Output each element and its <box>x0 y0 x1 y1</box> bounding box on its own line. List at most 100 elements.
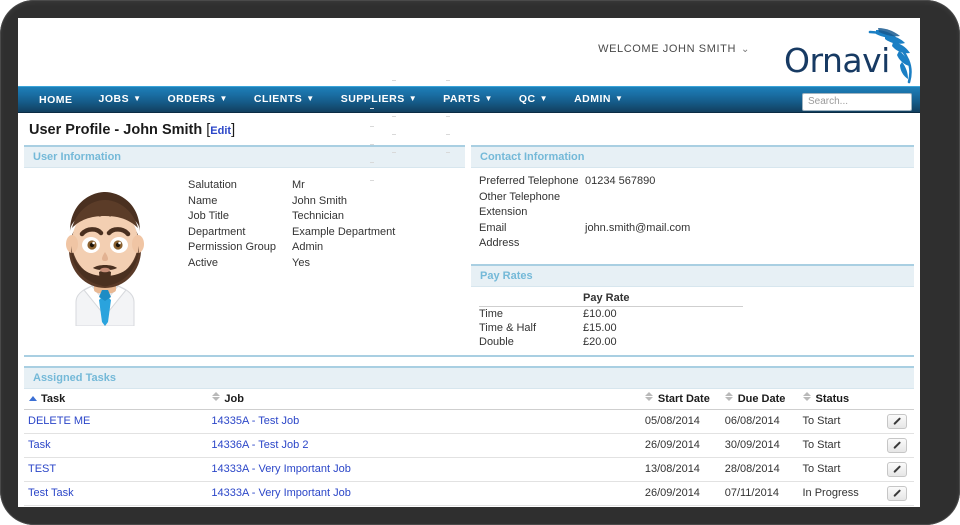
column-header-start-date[interactable]: Start Date <box>640 388 721 410</box>
chevron-down-icon: ▼ <box>614 94 624 103</box>
field-label: Preferred Telephone <box>479 175 579 187</box>
nav-item-jobs[interactable]: JOBS ▼ <box>86 86 155 113</box>
device-bezel: WELCOME JOHN SMITH ⌄ Ornavi HOME JOBS ▼ … <box>0 0 960 525</box>
profile-columns: User Information Salutation Mr Name John… <box>24 80 914 355</box>
pay-rates-col-blank <box>479 290 583 307</box>
task-link[interactable]: DELETE ME <box>28 415 90 427</box>
nav-item-label: QC <box>518 93 536 105</box>
field-label: Permission Group <box>188 241 277 254</box>
field-label: Department <box>188 225 246 238</box>
cell-job: 14336A - Test Job 2 <box>207 433 641 458</box>
cell-job: 14333A - Very Important Job <box>207 457 641 482</box>
welcome-label: WELCOME JOHN SMITH <box>598 43 737 55</box>
nav-item-label: SUPPLIERS <box>340 93 405 105</box>
search-input[interactable] <box>802 92 912 111</box>
welcome-user-menu[interactable]: WELCOME JOHN SMITH ⌄ <box>598 43 750 55</box>
sort-ascending-icon <box>28 395 37 401</box>
field-label: Other Telephone <box>479 190 561 203</box>
user-information-fields: Salutation Mr Name John Smith Job Title … <box>188 174 395 326</box>
job-link[interactable]: 14333A - Very Important Job <box>211 463 350 475</box>
chevron-down-icon: ⌄ <box>741 44 750 55</box>
avatar <box>30 176 180 327</box>
edit-task-button[interactable] <box>887 461 908 477</box>
field-label: Email <box>479 221 507 234</box>
table-row: Time £10.00 <box>479 306 743 321</box>
pay-rates-heading: Pay Rates <box>471 265 914 287</box>
field-value: 01234 567890 <box>585 175 656 187</box>
page-body: User Profile - John Smith [Edit] User In… <box>18 80 920 507</box>
pay-rates-panel: Pay Rates Pay Rate Time £10.00 Time & Ha… <box>471 263 914 355</box>
field-label: Address <box>479 237 520 250</box>
field-label: Extension <box>479 206 528 219</box>
field-active: Active Yes <box>188 256 395 272</box>
job-link[interactable]: 14335A - Test Job <box>211 415 299 427</box>
contact-information-body: Preferred Telephone 01234 567890 Other T… <box>471 168 914 258</box>
edit-task-button[interactable] <box>887 485 908 501</box>
pay-rate-value: £10.00 <box>583 307 617 320</box>
edit-profile-link[interactable]: Edit <box>210 125 231 137</box>
footer-actions: Back <box>24 506 914 507</box>
sort-neutral-icon <box>211 391 220 401</box>
column-header-actions <box>880 388 914 410</box>
app-screen: WELCOME JOHN SMITH ⌄ Ornavi HOME JOBS ▼ … <box>18 18 920 507</box>
pay-rates-col-rate: Pay Rate <box>583 290 743 307</box>
right-column: Contact Information Preferred Telephone … <box>471 145 914 355</box>
task-link[interactable]: TEST <box>28 463 56 475</box>
sort-neutral-icon <box>645 391 654 401</box>
chevron-down-icon: ▼ <box>408 94 418 103</box>
field-email: Email john.smith@mail.com <box>479 221 914 237</box>
assigned-tasks-header-row: Task Job Start Date Due Date Status <box>24 388 914 410</box>
pay-rate-value: £15.00 <box>583 321 617 334</box>
user-information-body: Salutation Mr Name John Smith Job Title … <box>24 80 465 330</box>
edit-task-button[interactable] <box>887 437 908 453</box>
task-link[interactable]: Test Task <box>28 487 74 499</box>
nav-item-label: ADMIN <box>574 93 611 105</box>
cell-status: To Start <box>798 457 881 482</box>
bracket-close: ] <box>231 122 236 138</box>
nav-item-home[interactable]: HOME <box>26 87 86 113</box>
cell-due-date: 07/11/2014 <box>720 481 799 506</box>
user-information-heading: User Information <box>24 147 465 168</box>
nav-item-admin[interactable]: ADMIN ▼ <box>561 86 636 113</box>
cell-task: TEST <box>24 457 208 482</box>
avatar-illustration-icon <box>66 192 144 327</box>
task-link[interactable]: Task <box>28 439 51 451</box>
page-header: WELCOME JOHN SMITH ⌄ Ornavi <box>18 18 920 86</box>
column-header-label: Due Date <box>737 392 786 405</box>
pencil-icon <box>893 465 901 474</box>
table-row: DELETE ME 14335A - Test Job 05/08/2014 0… <box>24 409 914 434</box>
nav-item-clients[interactable]: CLIENTS ▼ <box>241 86 328 113</box>
pay-rate-name: Time <box>479 307 504 320</box>
cell-status: To Start <box>798 433 881 458</box>
column-header-job[interactable]: Job <box>207 388 641 410</box>
page-title-text: User Profile - John Smith <box>29 122 203 138</box>
field-value: Admin <box>292 241 324 254</box>
cell-due-date: 06/08/2014 <box>720 409 799 434</box>
field-salutation: Salutation Mr <box>188 178 395 194</box>
nav-item-orders[interactable]: ORDERS ▼ <box>155 86 241 113</box>
nav-item-parts[interactable]: PARTS ▼ <box>430 86 506 113</box>
cell-start-date: 05/08/2014 <box>640 409 721 434</box>
edit-task-button[interactable] <box>887 413 908 429</box>
chevron-down-icon: ▼ <box>484 94 493 103</box>
field-extension: Extension <box>479 205 914 221</box>
job-link[interactable]: 14333A - Very Important Job <box>211 487 350 499</box>
nav-item-qc[interactable]: QC ▼ <box>506 86 561 113</box>
nav-item-label: PARTS <box>443 93 481 105</box>
job-link[interactable]: 14336A - Test Job 2 <box>211 439 308 451</box>
column-header-task[interactable]: Task <box>24 388 208 410</box>
chevron-down-icon: ▼ <box>219 94 228 103</box>
cell-actions <box>880 481 914 506</box>
profile-section-divider <box>24 354 914 357</box>
field-value: john.smith@mail.com <box>585 221 691 234</box>
column-header-status[interactable]: Status <box>798 388 881 410</box>
main-navigation: HOME JOBS ▼ ORDERS ▼ CLIENTS ▼ SUPPLIERS ▼ P… <box>18 86 920 113</box>
nav-item-suppliers[interactable]: SUPPLIERS ▼ <box>328 86 430 113</box>
ornavi-logo[interactable]: Ornavi <box>784 28 914 84</box>
page-title: User Profile - John Smith [Edit] <box>24 113 914 145</box>
cell-due-date: 30/09/2014 <box>720 433 799 458</box>
column-header-due-date[interactable]: Due Date <box>720 388 799 410</box>
cell-status: To Start <box>798 409 881 434</box>
cell-job: 14333A - Very Important Job <box>207 481 641 506</box>
field-value: Technician <box>292 210 344 223</box>
